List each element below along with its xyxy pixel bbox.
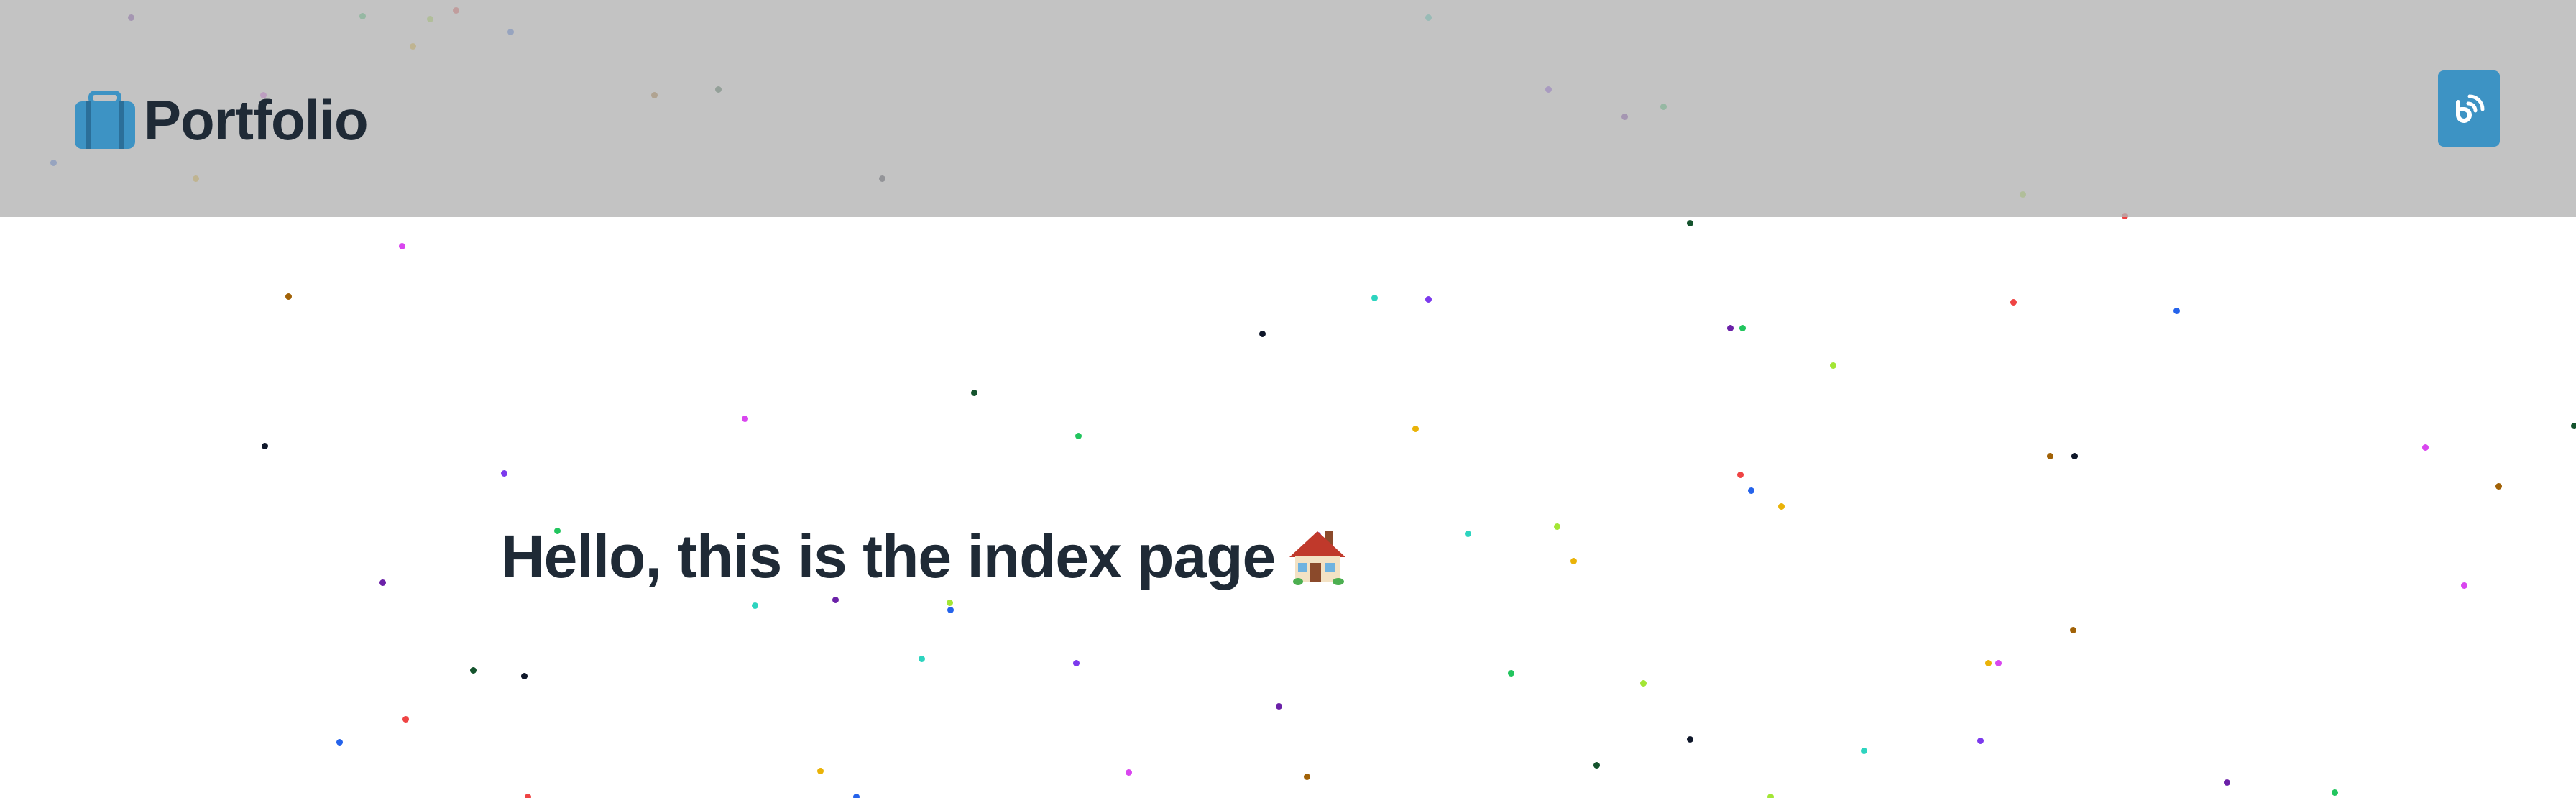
site-header: Portfolio xyxy=(0,0,2576,217)
rss-icon xyxy=(2456,94,2485,123)
page: Portfolio Hello, this is the index page xyxy=(0,0,2576,798)
rss-button[interactable] xyxy=(2438,70,2500,147)
house-icon xyxy=(1289,531,1346,585)
main-content: Hello, this is the index page xyxy=(0,217,2576,798)
brand-link[interactable]: Portfolio xyxy=(75,88,369,152)
brand-title: Portfolio xyxy=(144,88,369,152)
page-headline: Hello, this is the index page xyxy=(501,526,1347,587)
briefcase-icon xyxy=(75,91,135,149)
headline-text: Hello, this is the index page xyxy=(501,523,1276,590)
